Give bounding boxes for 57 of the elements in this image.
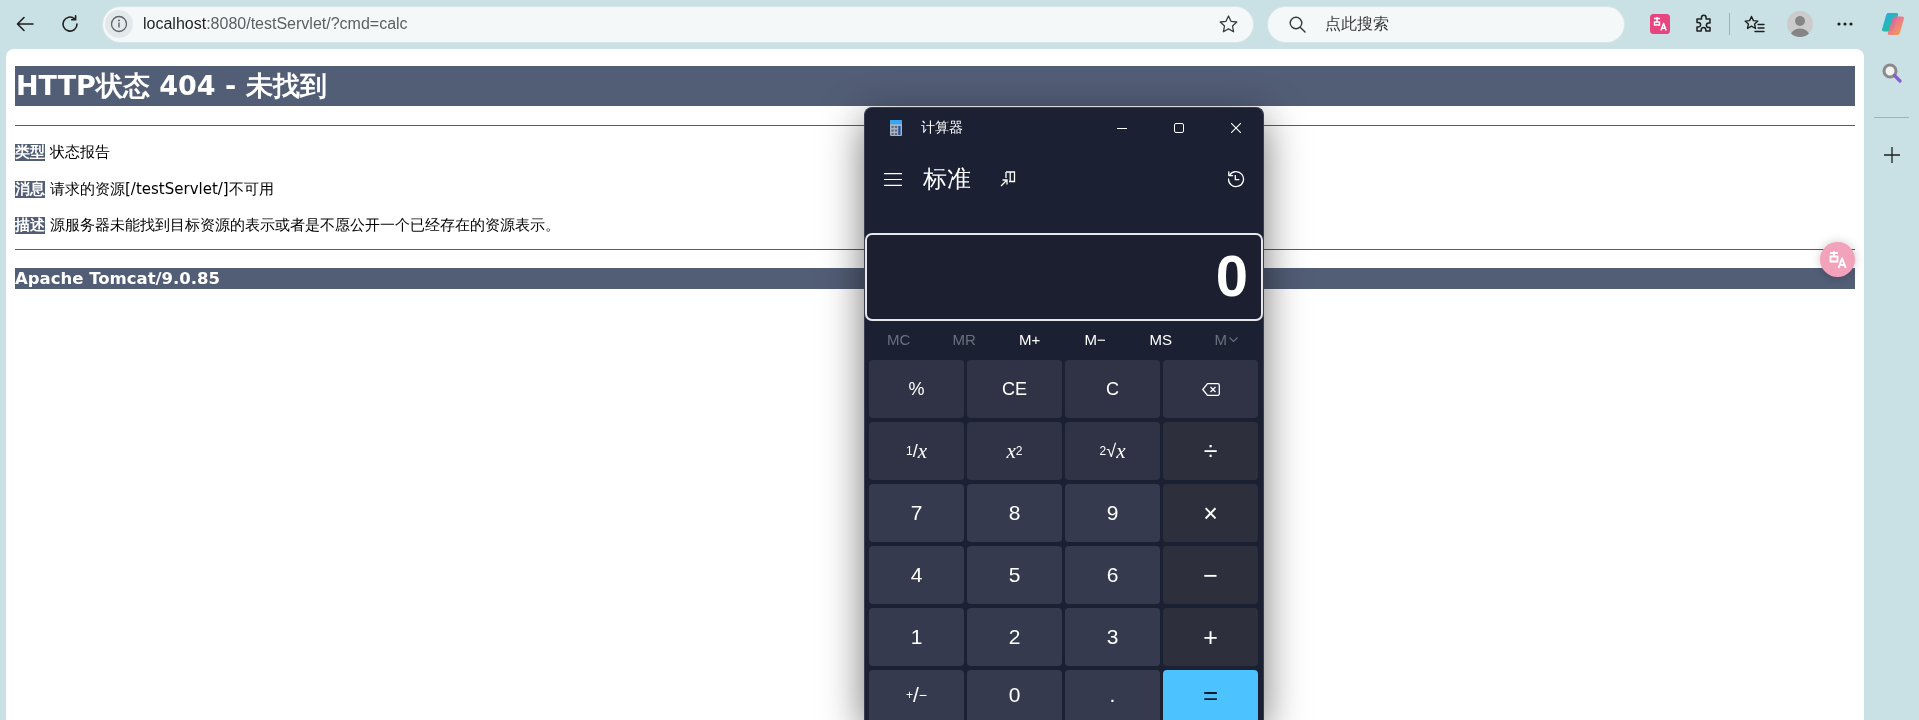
minimize-icon[interactable] (1117, 127, 1127, 129)
equals-key[interactable]: = (1163, 670, 1258, 720)
search-field[interactable]: 点此搜索 (1267, 5, 1625, 43)
error-heading: HTTP状态 404 - 未找到 (15, 66, 1855, 106)
digit-key[interactable]: 4 (869, 546, 964, 604)
field-label: 消息 (15, 180, 45, 198)
search-icon[interactable] (1289, 15, 1306, 33)
digit-key[interactable]: 9 (1065, 484, 1160, 542)
function-key[interactable]: % (869, 360, 964, 418)
operator-key[interactable]: × (1163, 484, 1258, 542)
refresh-icon[interactable] (61, 15, 79, 33)
favorites-icon[interactable] (1744, 14, 1765, 34)
translate-icon[interactable] (1820, 242, 1855, 277)
digit-key[interactable]: 0 (967, 670, 1062, 720)
address-bar[interactable]: localhost:8080/testServlet/?cmd=calc (102, 5, 1254, 43)
function-key[interactable]: x$^{2}$ (967, 422, 1062, 480)
history-icon[interactable] (1227, 170, 1245, 188)
operator-key[interactable]: − (1163, 546, 1258, 604)
field-label: 类型 (15, 143, 45, 161)
digit-key[interactable]: 1 (869, 608, 964, 666)
url-text: localhost:8080/testServlet/?cmd=calc (143, 15, 408, 33)
digit-key[interactable]: 5 (967, 546, 1062, 604)
keep-on-top-icon[interactable] (1000, 171, 1016, 187)
field-label: 描述 (15, 216, 45, 234)
backspace-icon (1201, 382, 1220, 396)
memory-button[interactable]: MS (1148, 331, 1173, 348)
puzzle-icon[interactable] (1694, 14, 1714, 34)
maximize-icon[interactable] (1174, 123, 1184, 133)
operator-key[interactable]: + (1163, 608, 1258, 666)
operator-key[interactable]: ÷ (1163, 422, 1258, 480)
field-value: 状态报告 (50, 143, 110, 161)
mode-title: 标准 (923, 164, 971, 194)
menu-icon[interactable] (884, 172, 902, 186)
function-key[interactable]: CE (967, 360, 1062, 418)
back-icon[interactable] (16, 16, 34, 32)
memory-button[interactable]: M+ (1018, 331, 1042, 348)
display-value: 0 (865, 233, 1263, 321)
translate-icon[interactable] (1650, 14, 1670, 34)
digit-key[interactable]: 3 (1065, 608, 1160, 666)
memory-button[interactable]: M− (1083, 331, 1107, 348)
digit-key[interactable]: 7 (869, 484, 964, 542)
info-icon[interactable] (105, 10, 133, 38)
field-value: 请求的资源[/testServlet/]不可用 (50, 180, 274, 198)
avatar-icon[interactable] (1787, 11, 1813, 37)
plus-icon[interactable] (1883, 147, 1900, 163)
digit-key[interactable]: . (1065, 670, 1160, 720)
calculator-app-icon (890, 120, 902, 136)
star-icon[interactable] (1219, 15, 1238, 33)
more-icon[interactable] (1837, 22, 1853, 26)
digit-key[interactable]: 6 (1065, 546, 1160, 604)
window-title: 计算器 (921, 119, 963, 137)
digit-key[interactable]: 2 (967, 608, 1062, 666)
digit-key[interactable]: 8 (967, 484, 1062, 542)
chevron-icon (1229, 337, 1238, 342)
function-key[interactable]: C (1065, 360, 1160, 418)
field-value: 源服务器未能找到目标资源的表示或者是不愿公开一个已经存在的资源表示。 (50, 216, 560, 234)
close-icon[interactable] (1231, 123, 1241, 133)
